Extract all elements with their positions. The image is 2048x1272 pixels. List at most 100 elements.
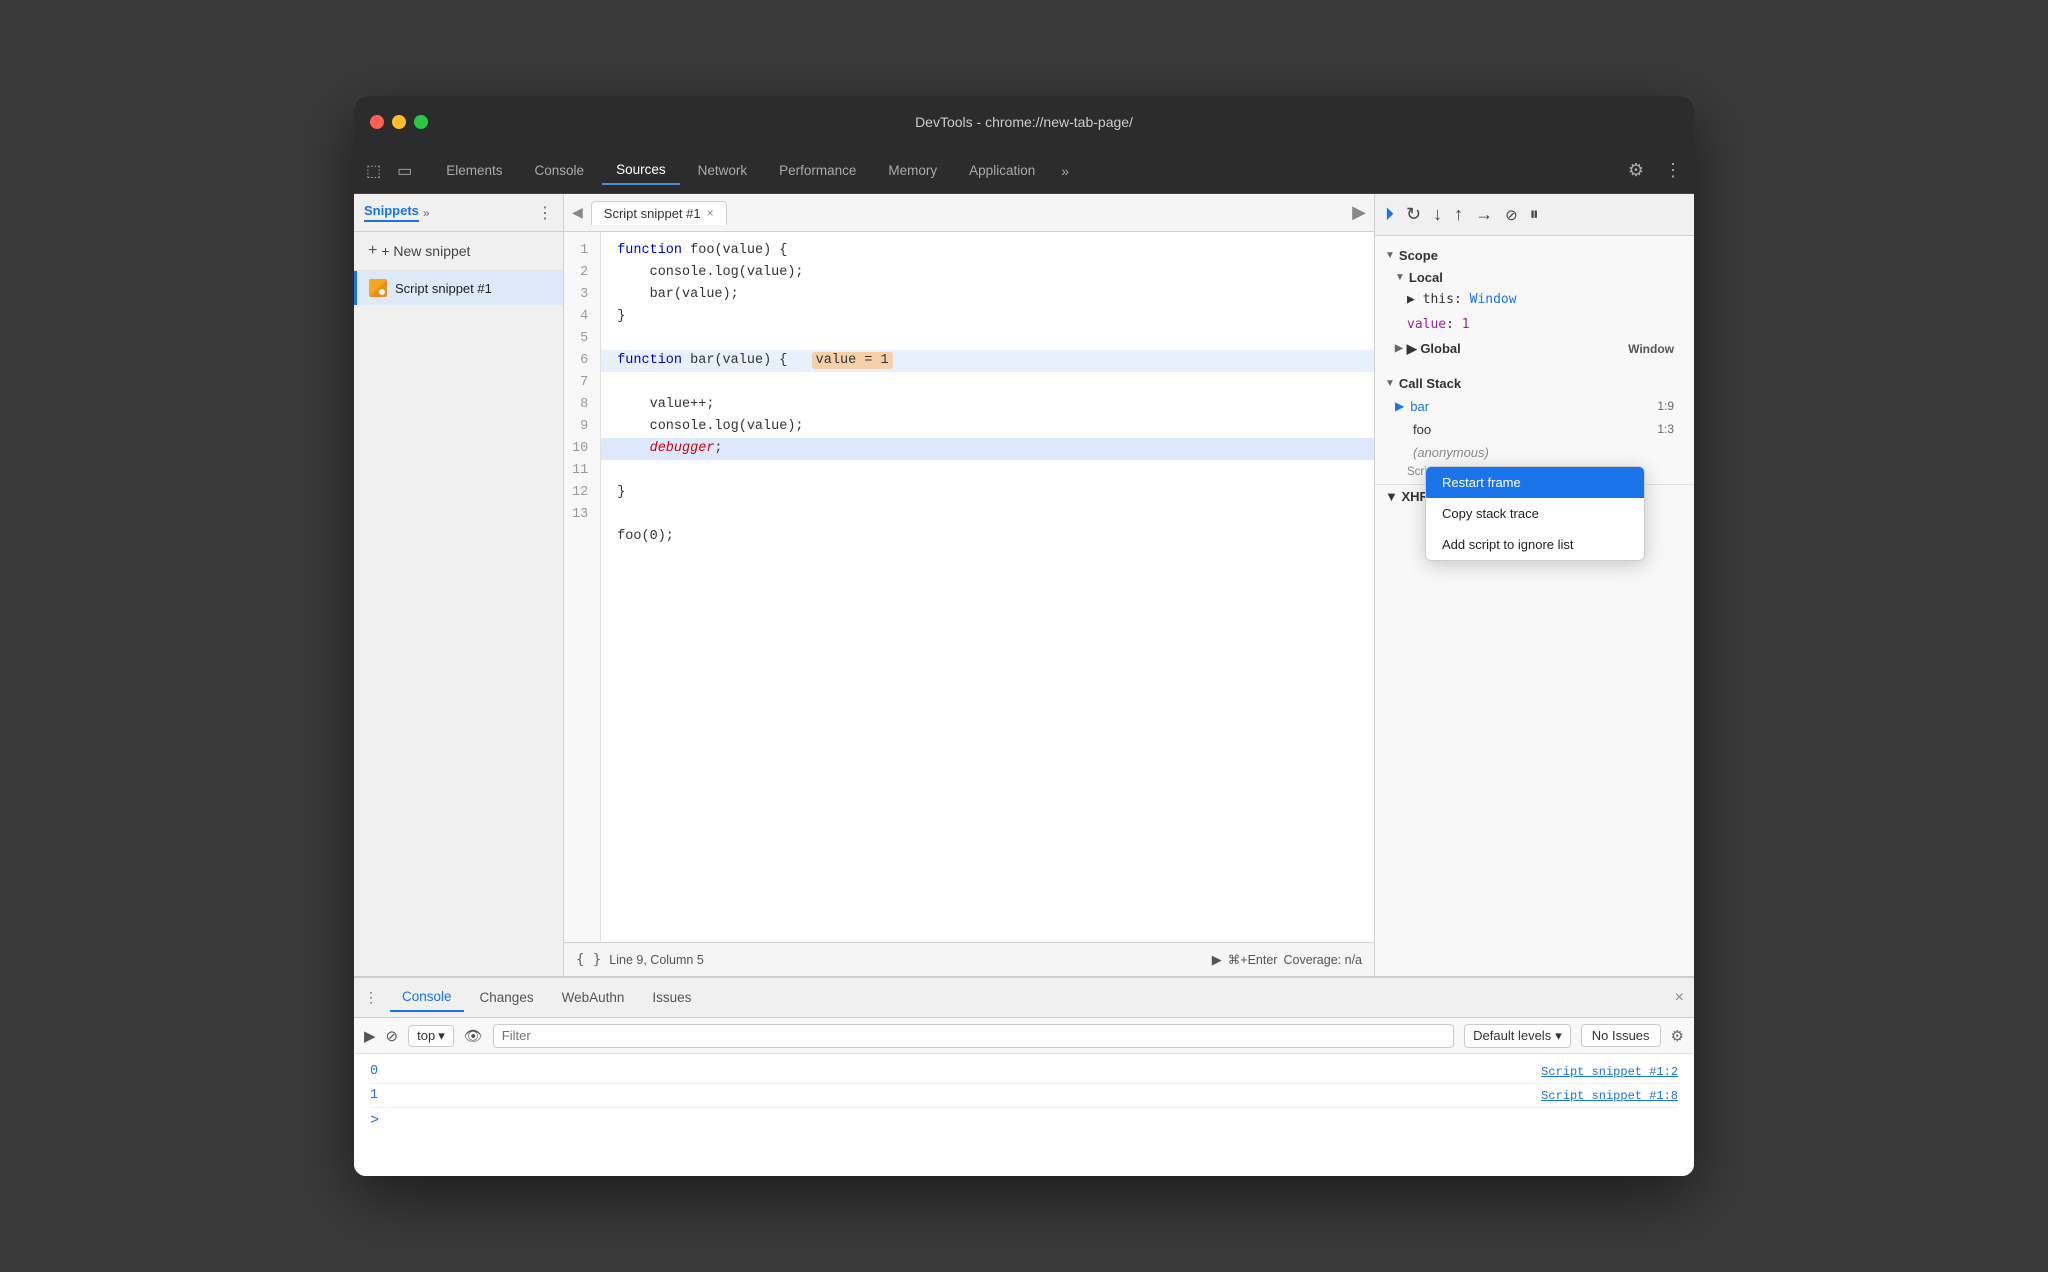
- code-content[interactable]: function foo(value) { console.log(value)…: [601, 232, 1374, 942]
- callstack-item-foo[interactable]: foo 1:3: [1375, 418, 1694, 441]
- step-btn[interactable]: →: [1475, 204, 1493, 225]
- traffic-light-yellow[interactable]: [392, 115, 406, 129]
- tab-network[interactable]: Network: [684, 157, 762, 184]
- no-issues-button[interactable]: No Issues: [1581, 1024, 1661, 1047]
- step-over-btn[interactable]: ↻: [1406, 204, 1421, 225]
- traffic-light-red[interactable]: [370, 115, 384, 129]
- center-panel: ◀ Script snippet #1 × ▶ 1 2 3 4 5 6 7 8: [564, 194, 1374, 976]
- pause-btn[interactable]: ⏸: [1530, 204, 1539, 225]
- editor-tab-bar: ◀ Script snippet #1 × ▶: [564, 194, 1374, 232]
- callstack-item-anon[interactable]: (anonymous): [1375, 441, 1694, 464]
- traffic-light-green[interactable]: [414, 115, 428, 129]
- new-snippet-button[interactable]: + + New snippet: [354, 232, 563, 271]
- console-prompt[interactable]: >: [370, 1112, 1678, 1129]
- local-header[interactable]: ▼ Local: [1375, 267, 1694, 288]
- bottom-tab-changes[interactable]: Changes: [468, 984, 546, 1011]
- tab-sources[interactable]: Sources: [602, 156, 680, 185]
- snippets-tab-label[interactable]: Snippets: [364, 203, 419, 222]
- global-val: Window: [1628, 342, 1674, 356]
- code-line-3: bar(value);: [617, 287, 739, 302]
- device-icon[interactable]: ▭: [393, 157, 416, 185]
- default-levels-dropdown[interactable]: Default levels ▾: [1464, 1024, 1571, 1048]
- code-line-8: console.log(value);: [617, 419, 803, 434]
- step-into-btn[interactable]: ↓: [1433, 204, 1442, 225]
- no-issues-label: No Issues: [1592, 1028, 1650, 1043]
- bottom-more-icon[interactable]: ⋮: [364, 989, 378, 1006]
- plus-icon: +: [368, 242, 377, 260]
- code-line-4: }: [617, 309, 625, 324]
- execute-icon[interactable]: ▶: [364, 1027, 376, 1045]
- editor-tab-label: Script snippet #1: [604, 206, 701, 221]
- console-filter-input[interactable]: [493, 1024, 1454, 1048]
- snippet-file-icon: [369, 279, 387, 297]
- callstack-anon-label: (anonymous): [1413, 445, 1489, 460]
- tab-memory[interactable]: Memory: [874, 157, 951, 184]
- more-options-icon[interactable]: ⋮: [1660, 156, 1686, 185]
- code-line-7: value++;: [617, 397, 714, 412]
- context-menu-ignore-script[interactable]: Add script to ignore list: [1426, 529, 1644, 560]
- back-forward-icon[interactable]: ◀: [572, 204, 583, 221]
- code-line-1: function foo(value) {: [617, 243, 787, 258]
- main-tab-bar: ⬚ ▭ Elements Console Sources Network Per…: [354, 148, 1694, 194]
- console-settings-icon[interactable]: ⚙: [1671, 1027, 1684, 1045]
- snippet-item[interactable]: Script snippet #1: [354, 271, 563, 305]
- callstack-arrow-icon: ▼: [1385, 378, 1395, 389]
- right-panel-inner: ▼ Scope ▼ Local ▶ this: Window value: 1: [1375, 236, 1694, 976]
- devtools-window: DevTools - chrome://new-tab-page/ ⬚ ▭ El…: [354, 96, 1694, 1176]
- bottom-panel-close-icon[interactable]: ×: [1675, 989, 1684, 1007]
- code-line-5: [617, 331, 625, 346]
- traffic-lights: [370, 115, 428, 129]
- context-menu-restart-frame[interactable]: Restart frame: [1426, 467, 1644, 498]
- console-output: 0 Script snippet #1:2 1 Script snippet #…: [354, 1054, 1694, 1176]
- code-line-11: [617, 507, 625, 522]
- callstack-active-icon: ▶: [1395, 399, 1404, 413]
- code-line-9: debugger;: [601, 438, 1374, 460]
- run-icon[interactable]: ▶: [1212, 952, 1222, 968]
- tab-console[interactable]: Console: [521, 157, 599, 184]
- tab-application[interactable]: Application: [955, 157, 1049, 184]
- bottom-panel: ⋮ Console Changes WebAuthn Issues × ▶ ⊘ …: [354, 976, 1694, 1176]
- tab-performance[interactable]: Performance: [765, 157, 870, 184]
- top-dropdown[interactable]: top ▾: [408, 1025, 454, 1047]
- editor-run-icon[interactable]: ▶: [1352, 202, 1366, 223]
- cursor-icon[interactable]: ⬚: [362, 157, 385, 185]
- scope-item-this: ▶ this: Window: [1375, 288, 1694, 313]
- more-tabs-button[interactable]: »: [1053, 159, 1077, 183]
- console-ref-0[interactable]: Script snippet #1:2: [1541, 1065, 1678, 1079]
- callstack-header[interactable]: ▼ Call Stack: [1375, 372, 1694, 395]
- console-val-0: 0: [370, 1064, 378, 1079]
- code-line-2: console.log(value);: [617, 265, 803, 280]
- editor-tab-close-icon[interactable]: ×: [707, 206, 714, 220]
- status-bar: { } Line 9, Column 5 ▶ ⌘+Enter Coverage:…: [564, 942, 1374, 976]
- editor-tab-snippet[interactable]: Script snippet #1 ×: [591, 201, 727, 225]
- top-label: top: [417, 1028, 435, 1043]
- settings-icon[interactable]: ⚙: [1624, 156, 1648, 185]
- block-icon[interactable]: ⊘: [386, 1027, 399, 1045]
- left-panel-header: Snippets » ⋮: [354, 194, 563, 232]
- format-icon[interactable]: { }: [576, 952, 601, 968]
- scope-section: ▼ Scope ▼ Local ▶ this: Window value: 1: [1375, 236, 1694, 368]
- bottom-tab-issues[interactable]: Issues: [640, 984, 703, 1011]
- context-menu-copy-stack[interactable]: Copy stack trace: [1426, 498, 1644, 529]
- console-ref-1[interactable]: Script snippet #1:8: [1541, 1089, 1678, 1103]
- snippet-item-label: Script snippet #1: [395, 281, 492, 296]
- bottom-tab-webauthn[interactable]: WebAuthn: [550, 984, 637, 1011]
- code-editor: 1 2 3 4 5 6 7 8 9 10 11 12 13 function f…: [564, 232, 1374, 942]
- resume-btn[interactable]: ⏵: [1385, 204, 1394, 225]
- global-header[interactable]: ▶ ▶ Global Window: [1375, 338, 1694, 360]
- snippets-chevron-icon[interactable]: »: [423, 206, 430, 220]
- levels-arrow-icon: ▾: [1555, 1028, 1562, 1044]
- bottom-tab-console[interactable]: Console: [390, 983, 464, 1012]
- snippets-more-icon[interactable]: ⋮: [537, 203, 553, 223]
- step-out-btn[interactable]: ↑: [1454, 204, 1463, 225]
- console-toolbar: ▶ ⊘ top ▾ 👁 Default levels ▾ No Issues ⚙: [354, 1018, 1694, 1054]
- tab-elements[interactable]: Elements: [432, 157, 516, 184]
- scope-header[interactable]: ▼ Scope: [1375, 244, 1694, 267]
- callstack-item-bar[interactable]: ▶ bar 1:9: [1375, 395, 1694, 418]
- deactivate-btn[interactable]: ⊘: [1505, 206, 1518, 224]
- left-panel: Snippets » ⋮ + + New snippet Script snip…: [354, 194, 564, 976]
- status-run: ▶ ⌘+Enter Coverage: n/a: [1212, 952, 1362, 968]
- bottom-tab-bar: ⋮ Console Changes WebAuthn Issues ×: [354, 978, 1694, 1018]
- callstack-bar-label: bar: [1410, 399, 1429, 414]
- eye-icon[interactable]: 👁: [464, 1027, 483, 1045]
